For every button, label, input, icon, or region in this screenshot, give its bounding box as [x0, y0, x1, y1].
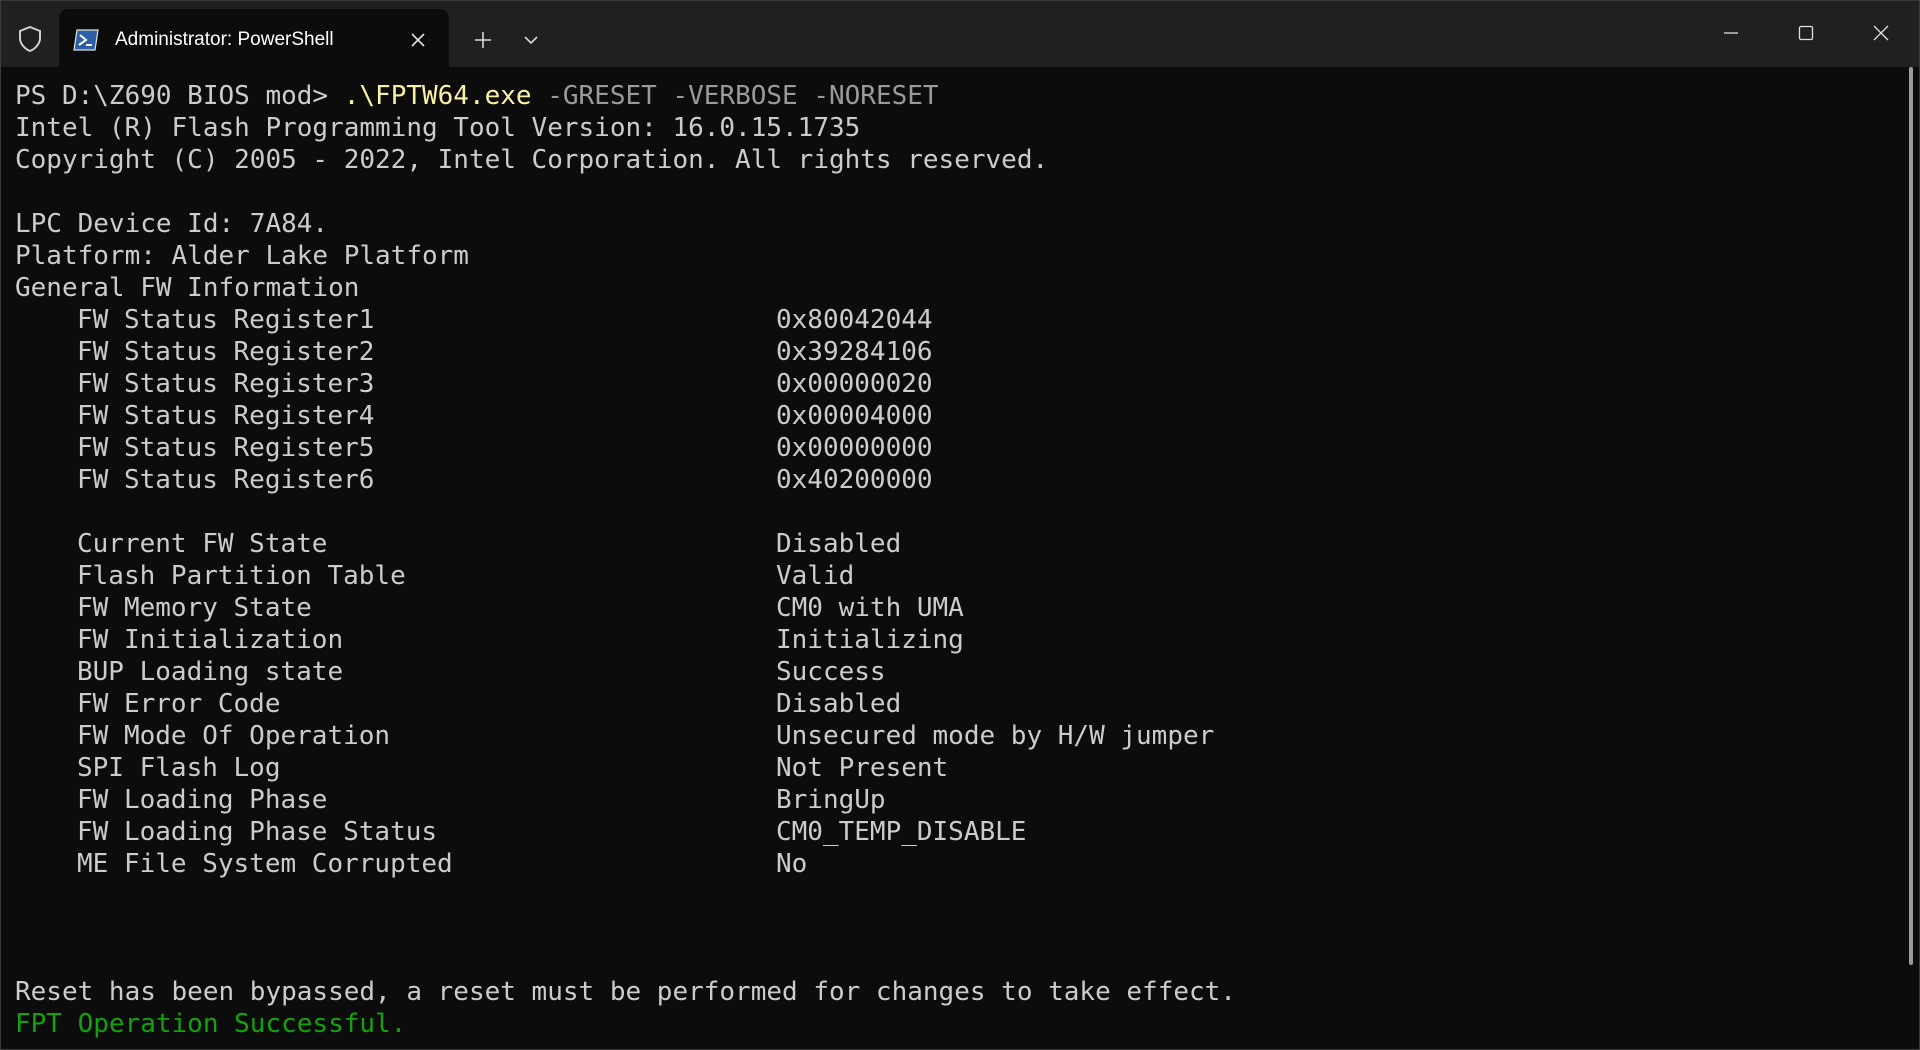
fw-state-label: FW Initialization [77, 625, 344, 655]
fw-state-value: CM0 with UMA [776, 593, 964, 623]
fw-state-value: Valid [776, 561, 855, 591]
scrollbar-thumb[interactable] [1909, 67, 1913, 965]
terminal-output[interactable]: PS D:\Z690 BIOS mod> .\FPTW64.exe -GRESE… [1, 67, 1901, 1049]
fw-state-value: Initializing [776, 625, 964, 655]
success-message: FPT Operation Successful. [15, 1009, 407, 1039]
copyright-line: Copyright (C) 2005 - 2022, Intel Corpora… [15, 145, 1049, 175]
status-register-value: 0x00004000 [776, 401, 933, 431]
plus-icon[interactable] [466, 25, 500, 55]
close-icon[interactable] [1851, 11, 1911, 55]
fw-state-label: FW Loading Phase [77, 785, 328, 815]
status-register-label: FW Status Register2 [77, 337, 375, 367]
terminal-window: Administrator: PowerShell PS D:\Z690 BIO… [0, 0, 1920, 1050]
fw-state-label: Flash Partition Table [77, 561, 406, 591]
status-register-label: FW Status Register1 [77, 305, 375, 335]
section-heading: General FW Information [15, 273, 360, 303]
command-line: PS D:\Z690 BIOS mod> .\FPTW64.exe -GRESE… [15, 80, 939, 112]
command-exe: .\FPTW64.exe [343, 81, 532, 111]
scrollbar[interactable] [1905, 67, 1917, 1049]
fw-state-label: FW Error Code [77, 689, 281, 719]
fw-state-label: ME File System Corrupted [77, 849, 453, 879]
status-register-label: FW Status Register3 [77, 369, 375, 399]
fw-state-value: No [776, 849, 808, 879]
fw-state-value: BringUp [776, 785, 886, 815]
fw-state-value: Success [776, 657, 886, 687]
powershell-icon [73, 29, 99, 51]
status-register-value: 0x00000020 [776, 369, 933, 399]
tab-title: Administrator: PowerShell [115, 29, 334, 50]
fw-state-label: FW Mode Of Operation [77, 721, 391, 751]
tool-version: Intel (R) Flash Programming Tool Version… [15, 113, 861, 143]
status-register-value: 0x00000000 [776, 433, 933, 463]
status-register-value: 0x40200000 [776, 465, 933, 495]
close-icon[interactable] [403, 25, 433, 55]
status-register-value: 0x80042044 [776, 305, 933, 335]
lpc-device-id: LPC Device Id: 7A84. [15, 209, 329, 239]
prompt: PS D:\Z690 BIOS mod> [15, 81, 344, 111]
fw-state-value: Unsecured mode by H/W jumper [776, 721, 1215, 751]
tab-powershell[interactable]: Administrator: PowerShell [59, 9, 449, 67]
reset-message: Reset has been bypassed, a reset must be… [15, 977, 1236, 1007]
platform-line: Platform: Alder Lake Platform [15, 241, 469, 271]
minimize-icon[interactable] [1701, 11, 1761, 55]
fw-state-value: Disabled [776, 529, 902, 559]
fw-state-label: SPI Flash Log [77, 753, 281, 783]
fw-state-label: FW Memory State [77, 593, 312, 623]
title-bar: Administrator: PowerShell [1, 1, 1919, 67]
status-register-label: FW Status Register4 [77, 401, 375, 431]
maximize-icon[interactable] [1776, 11, 1836, 55]
status-register-label: FW Status Register5 [77, 433, 375, 463]
status-register-label: FW Status Register6 [77, 465, 375, 495]
fw-state-value: CM0_TEMP_DISABLE [776, 817, 1027, 847]
status-register-value: 0x39284106 [776, 337, 933, 367]
shield-icon [15, 24, 45, 54]
command-args: -GRESET -VERBOSE -NORESET [531, 81, 939, 111]
fw-state-label: Current FW State [77, 529, 328, 559]
fw-state-value: Disabled [776, 689, 902, 719]
fw-state-value: Not Present [776, 753, 949, 783]
chevron-down-icon[interactable] [516, 25, 546, 55]
fw-state-label: BUP Loading state [77, 657, 344, 687]
fw-state-label: FW Loading Phase Status [77, 817, 438, 847]
